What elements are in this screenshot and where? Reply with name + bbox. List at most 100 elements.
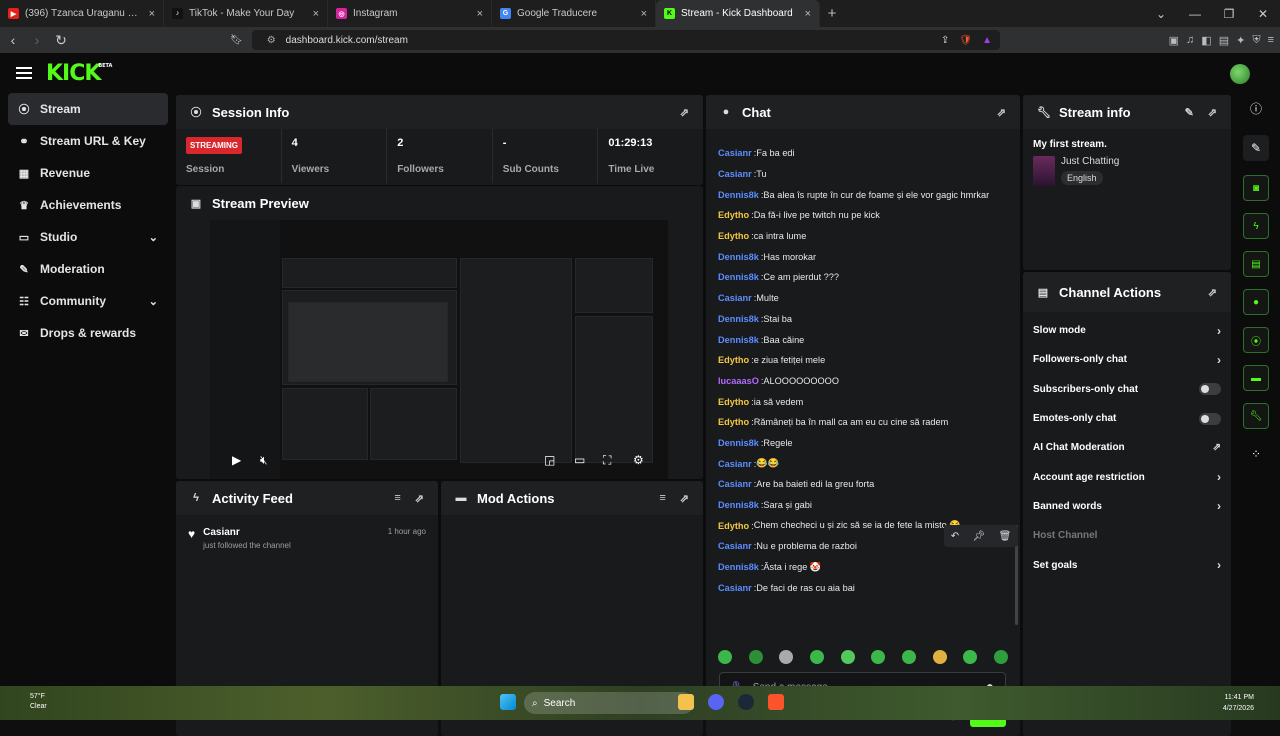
pin-icon[interactable]: 📌︎ bbox=[972, 531, 985, 542]
sidebar-item-moderation[interactable]: ✎ Moderation bbox=[8, 253, 168, 285]
popout-icon[interactable]: ⇗ bbox=[680, 492, 689, 505]
tab-close-icon[interactable]: × bbox=[805, 8, 811, 20]
subscribers-only-toggle[interactable] bbox=[1199, 383, 1221, 396]
chat-username[interactable]: Dennis8k bbox=[718, 562, 759, 572]
windows-start-icon[interactable] bbox=[500, 694, 516, 710]
emotes-only-toggle[interactable] bbox=[1199, 412, 1221, 425]
chat-username[interactable]: Dennis8k bbox=[718, 438, 759, 448]
popout-icon[interactable]: ⇗ bbox=[680, 106, 689, 119]
chat-message[interactable]: lucaaasO: ALOOOOOOOOO bbox=[718, 371, 1018, 392]
action-account-age-restriction[interactable]: Account age restriction › bbox=[1023, 462, 1231, 491]
chat-message[interactable]: Dennis8k: Ba alea îs rupte în cur de foa… bbox=[718, 184, 1018, 205]
chat-message[interactable]: Edytho: e ziua fetiței mele bbox=[718, 350, 1018, 371]
taskbar-clock[interactable]: 11:41 PM 4/27/2026 bbox=[1223, 692, 1254, 714]
chat-username[interactable]: Casianr bbox=[718, 479, 752, 489]
emote-icon[interactable] bbox=[993, 650, 1008, 664]
sidebar-item-stream[interactable]: ⦿ Stream bbox=[8, 93, 168, 125]
mod-actions-icon[interactable]: ▬ bbox=[1243, 365, 1269, 391]
chat-message[interactable]: Edytho: Rămâneți ba în mall ca am eu cu … bbox=[718, 412, 1018, 433]
panel-icon[interactable]: ◧ bbox=[1201, 34, 1211, 47]
new-tab-button[interactable]: + bbox=[820, 0, 844, 27]
close-window-button[interactable]: ✕ bbox=[1246, 7, 1280, 21]
browser-tab-instagram[interactable]: ◎ Instagram × bbox=[328, 0, 492, 27]
chat-username[interactable]: Dennis8k bbox=[718, 190, 759, 200]
action-set-goals[interactable]: Set goals › bbox=[1023, 550, 1231, 579]
address-bar[interactable]: 🔖︎ ⚙ dashboard.kick.com/stream ⇪ 🛡 ▲ bbox=[230, 30, 1000, 50]
action-slow-mode[interactable]: Slow mode › bbox=[1023, 316, 1231, 345]
stream-video-player[interactable]: ▶ 🔇︎ ◲ ▭ ⛶ ⚙ bbox=[210, 220, 668, 479]
reply-icon[interactable]: ↶ bbox=[951, 531, 959, 542]
chevron-down-icon[interactable]: ⌄ bbox=[1144, 7, 1178, 21]
media-icon[interactable]: ♫ bbox=[1186, 34, 1194, 46]
chat-username[interactable]: Dennis8k bbox=[718, 252, 759, 262]
vpn-icon[interactable]: ⛨ bbox=[1252, 34, 1260, 47]
fullscreen-icon[interactable]: ⛶ bbox=[603, 453, 611, 468]
forward-button[interactable]: › bbox=[26, 32, 48, 48]
lightning-icon[interactable]: ϟ bbox=[1243, 213, 1269, 239]
action-followers-only-chat[interactable]: Followers-only chat › bbox=[1023, 345, 1231, 374]
broadcast-icon[interactable]: ⦿ bbox=[1243, 327, 1269, 353]
chat-username[interactable]: Dennis8k bbox=[718, 500, 759, 510]
browser-tab-google-translate[interactable]: G Google Traducere × bbox=[492, 0, 656, 27]
tab-close-icon[interactable]: × bbox=[313, 8, 319, 20]
chat-message[interactable]: Dennis8k: Baa căine bbox=[718, 329, 1018, 350]
popout-icon[interactable]: ⇗ bbox=[415, 492, 424, 505]
menu-icon[interactable]: ≡ bbox=[1268, 34, 1274, 46]
chat-message[interactable]: Casianr: Multe bbox=[718, 288, 1018, 309]
discord-icon[interactable] bbox=[708, 694, 724, 710]
extensions-icon[interactable]: ✦ bbox=[1236, 34, 1245, 47]
chat-message[interactable]: Casianr: Fa ba edi bbox=[718, 143, 1018, 164]
chat-username[interactable]: Dennis8k bbox=[718, 314, 759, 324]
chat-message[interactable]: Casianr: 😂😂 bbox=[718, 453, 1018, 474]
wrench-icon[interactable]: 🔧︎ bbox=[1243, 403, 1269, 429]
chat-message[interactable]: Dennis8k: Has morokar bbox=[718, 246, 1018, 267]
chat-message[interactable]: Casianr: Are ba baieti edi la greu forta bbox=[718, 474, 1018, 495]
chat-username[interactable]: Edytho bbox=[718, 521, 749, 531]
sidebar-item-revenue[interactable]: ▦ Revenue bbox=[8, 157, 168, 189]
chat-message[interactable]: Dennis8k: Ce am pierdut ??? bbox=[718, 267, 1018, 288]
edit-pencil-icon[interactable]: ✎ bbox=[1185, 106, 1194, 119]
mute-icon[interactable]: 🔇︎ bbox=[260, 453, 268, 468]
emote-icon[interactable] bbox=[963, 650, 978, 664]
browser-tab-youtube[interactable]: ▶(396) Tzanca Uraganu ❌ Cristina× bbox=[0, 0, 164, 27]
chat-username[interactable]: Edytho bbox=[718, 397, 749, 407]
camera-icon[interactable]: ◙ bbox=[1243, 175, 1269, 201]
minimize-button[interactable]: — bbox=[1178, 7, 1212, 21]
popout-icon[interactable]: ⇗ bbox=[997, 106, 1006, 119]
notes-icon[interactable]: ▤ bbox=[1243, 251, 1269, 277]
chat-message[interactable]: Dennis8k: Ăsta i rege 🤡 bbox=[718, 557, 1018, 578]
kick-logo[interactable]: KICK BETA bbox=[46, 61, 112, 86]
chat-message[interactable]: Edytho: ia să vedem bbox=[718, 391, 1018, 412]
emote-icon[interactable] bbox=[840, 650, 855, 664]
tab-close-icon[interactable]: × bbox=[477, 8, 483, 20]
user-avatar[interactable] bbox=[1230, 64, 1250, 84]
sidebar-item-studio[interactable]: ▭ Studio ⌄ bbox=[8, 221, 168, 253]
sidebar-item-drops-rewards[interactable]: ✉ Drops & rewards bbox=[8, 317, 168, 349]
chat-message[interactable]: Casianr: Tu bbox=[718, 164, 1018, 185]
tab-close-icon[interactable]: × bbox=[641, 8, 647, 20]
share-icon[interactable]: ⇪ bbox=[941, 35, 949, 46]
chat-username[interactable]: Dennis8k bbox=[718, 272, 759, 282]
maximize-button[interactable]: ❐ bbox=[1212, 7, 1246, 21]
chat-message[interactable]: Casianr: De faci de ras cu aia bai bbox=[718, 577, 1018, 598]
chat-username[interactable]: Edytho bbox=[718, 355, 749, 365]
reload-button[interactable]: ↻ bbox=[50, 32, 72, 49]
emote-icon[interactable] bbox=[932, 650, 947, 664]
emote-icon[interactable] bbox=[901, 650, 916, 664]
info-icon[interactable]: ⓘ bbox=[1243, 95, 1269, 121]
popout-icon[interactable]: ⇗ bbox=[1208, 106, 1217, 119]
popout-icon[interactable]: ⇗ bbox=[1208, 286, 1217, 299]
chat-username[interactable]: Casianr bbox=[718, 459, 752, 469]
emote-icon[interactable] bbox=[748, 650, 763, 664]
url-text[interactable]: dashboard.kick.com/stream bbox=[286, 35, 408, 46]
pip-icon[interactable]: ◲ bbox=[544, 453, 555, 467]
chat-username[interactable]: Edytho bbox=[718, 231, 749, 241]
back-button[interactable]: ‹ bbox=[2, 32, 24, 48]
chat-message[interactable]: Edytho: Da fă-i live pe twitch nu pe kic… bbox=[718, 205, 1018, 226]
brave-rewards-icon[interactable]: ▲ bbox=[982, 35, 992, 46]
edit-pencil-icon[interactable]: ✎ bbox=[1243, 135, 1269, 161]
play-icon[interactable]: ▶ bbox=[232, 453, 241, 467]
emote-icon[interactable] bbox=[718, 650, 732, 664]
emote-icon[interactable] bbox=[779, 650, 794, 664]
sidebar-item-achievements[interactable]: ♛ Achievements bbox=[8, 189, 168, 221]
